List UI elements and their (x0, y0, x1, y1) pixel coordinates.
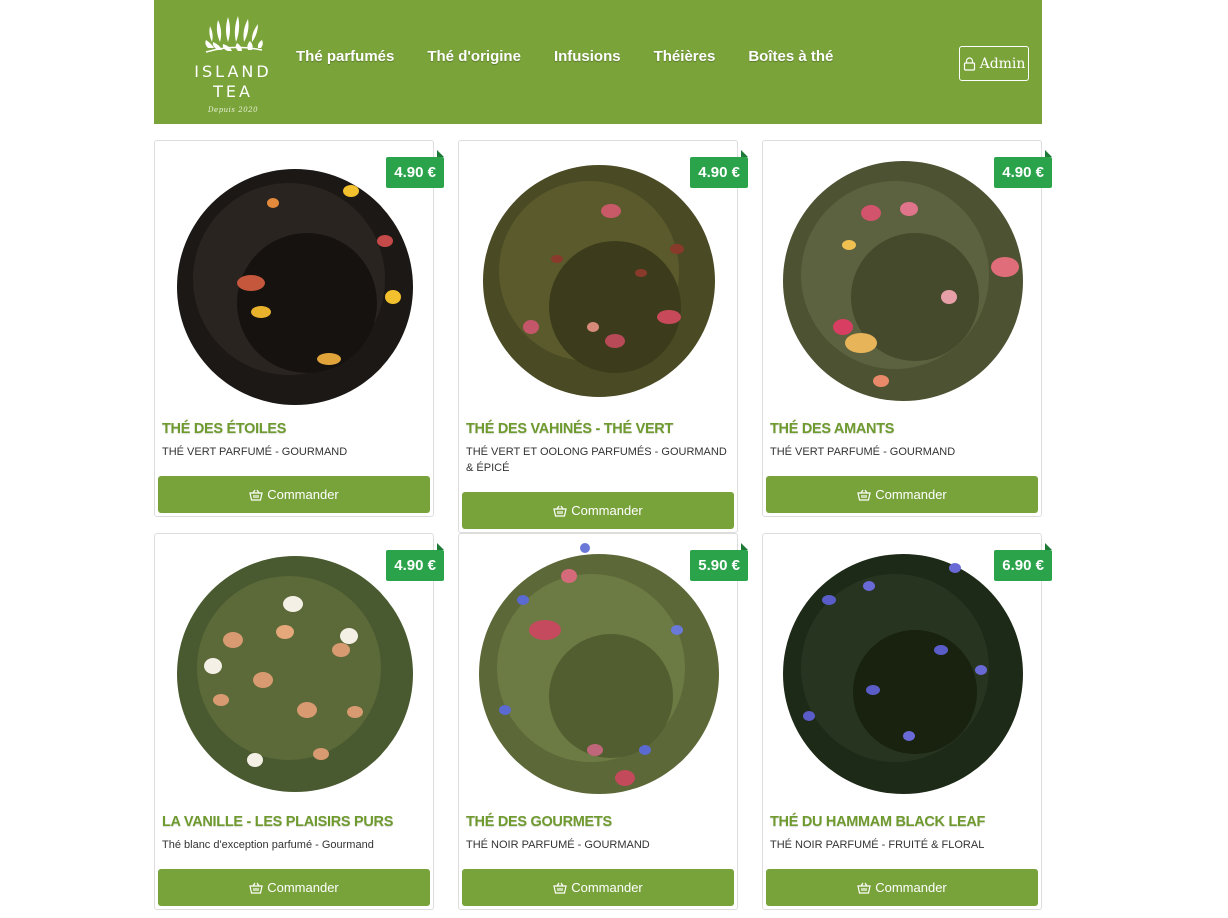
order-button[interactable]: Commander (158, 869, 430, 906)
order-button[interactable]: Commander (766, 476, 1038, 513)
price-badge: 4.90 € (690, 150, 748, 188)
product-subtitle: THÉ VERT PARFUMÉ - GOURMAND (770, 446, 956, 458)
product-card: 4.90 € THÉ DES AMANTS THÉ VERT PARFUMÉ -… (762, 140, 1052, 517)
order-label: Commander (267, 880, 339, 895)
price-badge: 4.90 € (386, 150, 444, 188)
price-badge: 6.90 € (994, 543, 1052, 581)
logo-text-line1: ISLAND (194, 62, 272, 81)
basket-icon (857, 489, 871, 501)
product-card: 6.90 € THÉ DU HAMMAM BLACK LEAF THÉ NOIR… (762, 533, 1052, 910)
lock-icon (963, 56, 975, 71)
basket-icon (553, 882, 567, 894)
product-subtitle: Thé blanc d'exception parfumé - Gourmand (162, 839, 374, 851)
page: ISLAND TEA Depuis 2020 Thé parfumés Thé … (0, 0, 1228, 918)
price-badge: 5.90 € (690, 543, 748, 581)
product-title[interactable]: THÉ DU HAMMAM BLACK LEAF (770, 814, 1034, 830)
product-card: 4.90 € LA VANILLE - LES PLAISIRS PURS Th… (154, 533, 444, 910)
logo-text-line2: TEA (213, 82, 253, 101)
leaves-icon (205, 16, 263, 53)
product-subtitle: THÉ VERT ET OOLONG PARFUMÉS - GOURMAND &… (466, 446, 727, 474)
order-label: Commander (571, 503, 643, 518)
product-title[interactable]: LA VANILLE - LES PLAISIRS PURS (162, 814, 426, 830)
price-badge: 4.90 € (994, 150, 1052, 188)
product-card: 4.90 € THÉ DES ÉTOILES THÉ VERT PARFUMÉ … (154, 140, 444, 517)
basket-icon (553, 505, 567, 517)
admin-label: Admin (979, 55, 1026, 72)
product-title[interactable]: THÉ DES AMANTS (770, 421, 1034, 437)
price-badge: 4.90 € (386, 543, 444, 581)
nav-item-theieres[interactable]: Théières (654, 48, 716, 65)
product-title[interactable]: THÉ DES VAHINÉS - THÉ VERT (466, 421, 730, 437)
product-subtitle: THÉ VERT PARFUMÉ - GOURMAND (162, 446, 348, 458)
order-button[interactable]: Commander (158, 476, 430, 513)
admin-button[interactable]: Admin (959, 46, 1029, 81)
basket-icon (249, 489, 263, 501)
nav-item-the-origine[interactable]: Thé d'origine (427, 48, 521, 65)
product-title[interactable]: THÉ DES ÉTOILES (162, 421, 426, 437)
order-button[interactable]: Commander (462, 869, 734, 906)
order-button[interactable]: Commander (766, 869, 1038, 906)
nav-item-the-parfumes[interactable]: Thé parfumés (296, 48, 394, 65)
product-card: 5.90 € THÉ DES GOURMETS THÉ NOIR PARFUMÉ… (458, 533, 748, 910)
logo-tagline: Depuis 2020 (207, 106, 259, 114)
order-button[interactable]: Commander (462, 492, 734, 529)
order-label: Commander (875, 487, 947, 502)
basket-icon (249, 882, 263, 894)
nav-item-infusions[interactable]: Infusions (554, 48, 621, 65)
order-label: Commander (571, 880, 643, 895)
order-label: Commander (267, 487, 339, 502)
site-header: ISLAND TEA Depuis 2020 Thé parfumés Thé … (154, 0, 1042, 124)
product-subtitle: THÉ NOIR PARFUMÉ - FRUITÉ & FLORAL (770, 839, 985, 851)
basket-icon (857, 882, 871, 894)
nav-item-boites[interactable]: Boîtes à thé (748, 48, 833, 65)
order-label: Commander (875, 880, 947, 895)
product-title[interactable]: THÉ DES GOURMETS (466, 814, 730, 830)
product-subtitle: THÉ NOIR PARFUMÉ - GOURMAND (466, 839, 650, 851)
site-logo[interactable]: ISLAND TEA Depuis 2020 (174, 10, 292, 114)
product-card: 4.90 € THÉ DES VAHINÉS - THÉ VERT THÉ VE… (458, 140, 748, 533)
main-nav: Thé parfumés Thé d'origine Infusions Thé… (296, 48, 866, 65)
